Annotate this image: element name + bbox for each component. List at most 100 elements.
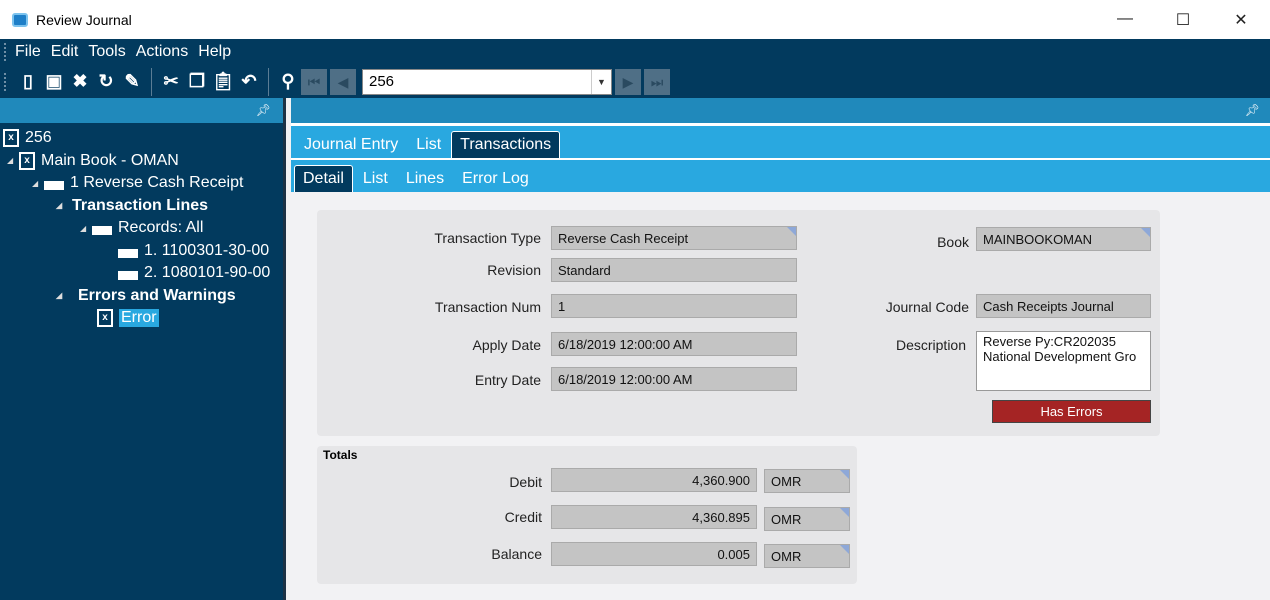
pin-icon[interactable]: 📌︎: [1245, 103, 1260, 117]
document-error-icon: x: [19, 151, 35, 170]
node-label: Main Book - OMAN: [41, 151, 179, 169]
title-bar: Review Journal — ☐ ✕: [0, 0, 1270, 39]
new-icon[interactable]: ▯: [15, 71, 41, 92]
expand-icon[interactable]: ◢: [32, 179, 44, 188]
node-label: Records: All: [118, 219, 204, 237]
node-label: 1 Reverse Cash Receipt: [70, 174, 244, 192]
previous-record-button[interactable]: ◀: [330, 68, 356, 95]
credit-label: Credit: [504, 509, 542, 525]
revision-field[interactable]: Standard: [551, 258, 797, 282]
grip-icon[interactable]: [4, 43, 7, 61]
tree-node-record-2[interactable]: 2. 1080101-90-00: [0, 262, 283, 285]
menu-file[interactable]: File: [15, 43, 41, 61]
maximize-button[interactable]: ☐: [1154, 10, 1212, 30]
entry-date-label: Entry Date: [474, 372, 541, 388]
totals-title: Totals: [323, 448, 358, 462]
search-binoculars-icon[interactable]: ⚲: [275, 71, 301, 92]
tree-node-errors[interactable]: ◢ Errors and Warnings: [0, 285, 283, 308]
menu-help[interactable]: Help: [198, 43, 231, 61]
credit-field[interactable]: 4,360.895: [551, 505, 757, 529]
node-label: 256: [25, 129, 52, 147]
minimize-button[interactable]: —: [1096, 10, 1154, 30]
refresh-icon[interactable]: ↻: [93, 71, 119, 92]
tab-sub-list[interactable]: List: [355, 166, 396, 192]
debit-currency[interactable]: OMR: [764, 469, 850, 493]
credit-currency[interactable]: OMR: [764, 507, 850, 531]
pin-icon[interactable]: 📌︎: [256, 103, 271, 117]
tree-node-book[interactable]: ◢ x Main Book - OMAN: [0, 150, 283, 173]
folder-icon: [44, 176, 64, 191]
node-label: Transaction Lines: [72, 196, 209, 214]
transaction-num-label: Transaction Num: [434, 299, 541, 315]
menu-tools[interactable]: Tools: [88, 43, 125, 61]
debit-field[interactable]: 4,360.900: [551, 468, 757, 492]
tree-node-root[interactable]: x 256: [0, 127, 283, 150]
tree: x 256 ◢ x Main Book - OMAN ◢ 1 Reverse Cash …: [0, 123, 283, 330]
node-label: Errors and Warnings: [78, 286, 236, 304]
paste-icon[interactable]: 📋︎: [210, 71, 236, 92]
description-field[interactable]: Reverse Py:CR202035 National Development…: [976, 331, 1151, 391]
first-record-button[interactable]: ⏮: [301, 68, 327, 95]
tab-journal-entry[interactable]: Journal Entry: [296, 132, 406, 158]
node-label: Error: [119, 309, 159, 328]
copy-icon[interactable]: ❐: [184, 71, 210, 92]
detail-card: Transaction Type Reverse Cash Receipt Re…: [317, 210, 1160, 436]
folder-icon: [92, 221, 112, 236]
tree-node-records[interactable]: ◢ Records: All: [0, 217, 283, 240]
expand-icon[interactable]: ◢: [56, 291, 68, 300]
last-record-button[interactable]: ⏭: [644, 68, 670, 95]
apply-date-field[interactable]: 6/18/2019 12:00:00 AM: [551, 332, 797, 356]
tree-node-record-1[interactable]: 1. 1100301-30-00: [0, 240, 283, 263]
totals-card: Totals Debit 4,360.900 OMR Credit 4,360.…: [317, 446, 857, 584]
app-icon: [12, 12, 28, 27]
next-record-button[interactable]: ▶: [615, 68, 641, 95]
tab-lines[interactable]: Lines: [398, 166, 452, 192]
grip-icon[interactable]: [4, 72, 7, 91]
sub-tabs: Detail List Lines Error Log: [291, 158, 1270, 192]
tab-list[interactable]: List: [408, 132, 449, 158]
journal-code-label: Journal Code: [885, 299, 969, 315]
tree-node-transaction-lines[interactable]: ◢ Transaction Lines: [0, 195, 283, 218]
chevron-down-icon[interactable]: ▼: [591, 69, 611, 94]
node-label: 1. 1100301-30-00: [144, 241, 270, 259]
balance-field[interactable]: 0.005: [551, 542, 757, 566]
menu-actions[interactable]: Actions: [136, 43, 188, 61]
tab-error-log[interactable]: Error Log: [454, 166, 537, 192]
folder-icon: [118, 243, 138, 258]
has-errors-button[interactable]: Has Errors: [992, 400, 1151, 423]
expand-icon[interactable]: ◢: [80, 224, 92, 233]
book-field[interactable]: MAINBOOKOMAN: [976, 227, 1151, 251]
tab-transactions[interactable]: Transactions: [451, 131, 561, 158]
balance-currency[interactable]: OMR: [764, 544, 850, 568]
apply-date-label: Apply Date: [472, 337, 541, 353]
clear-icon[interactable]: ✎: [119, 71, 145, 92]
tab-detail[interactable]: Detail: [294, 165, 353, 192]
transaction-type-field[interactable]: Reverse Cash Receipt: [551, 226, 797, 250]
book-label: Book: [937, 234, 969, 250]
menu-edit[interactable]: Edit: [51, 43, 79, 61]
expand-icon[interactable]: ◢: [56, 201, 68, 210]
expand-icon[interactable]: ◢: [7, 156, 19, 165]
tree-node-error[interactable]: x Error: [0, 307, 283, 330]
undo-icon[interactable]: ↶: [236, 71, 262, 92]
toolbar: ▯ ▣ ✖ ↻ ✎ ✂ ❐ 📋︎ ↶ ⚲ ⏮ ◀ 256 ▼ ▶ ⏭: [0, 65, 1270, 98]
tree-node-transaction[interactable]: ◢ 1 Reverse Cash Receipt: [0, 172, 283, 195]
entry-date-field[interactable]: 6/18/2019 12:00:00 AM: [551, 367, 797, 391]
save-icon[interactable]: ▣: [41, 71, 67, 92]
close-button[interactable]: ✕: [1212, 10, 1270, 30]
window-title: Review Journal: [36, 11, 132, 28]
document-error-icon: x: [3, 129, 19, 148]
cut-icon[interactable]: ✂: [158, 71, 184, 92]
revision-label: Revision: [487, 262, 541, 278]
menu-bar: File Edit Tools Actions Help: [0, 39, 1270, 65]
journal-code-field[interactable]: Cash Receipts Journal: [976, 294, 1151, 318]
description-label: Description: [895, 337, 966, 353]
record-select[interactable]: 256 ▼: [362, 68, 612, 95]
folder-icon: [118, 266, 138, 281]
delete-icon[interactable]: ✖: [67, 71, 93, 92]
debit-label: Debit: [509, 474, 542, 490]
document-error-icon: x: [97, 309, 113, 328]
navigation-pane: 📌︎ x 256 ◢ x Main Book - OMAN ◢ 1 Reverse Ca…: [0, 98, 286, 600]
transaction-num-field[interactable]: 1: [551, 294, 797, 318]
record-value: 256: [369, 73, 395, 90]
